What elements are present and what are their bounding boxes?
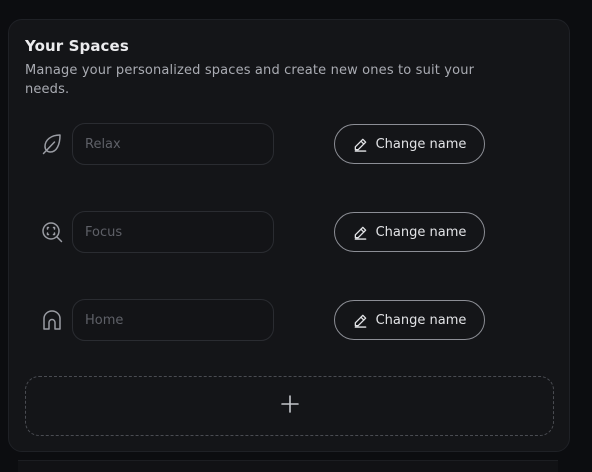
change-name-button-home[interactable]: Change name: [334, 300, 485, 340]
focus-search-icon: [40, 220, 64, 244]
change-name-button-relax[interactable]: Change name: [334, 124, 485, 164]
space-name-input-focus[interactable]: [72, 211, 274, 253]
change-name-label: Change name: [375, 312, 467, 328]
pencil-icon: [353, 313, 368, 328]
home-icon: [40, 308, 64, 332]
leaf-icon: [40, 132, 64, 156]
change-name-button-focus[interactable]: Change name: [334, 212, 485, 252]
space-name-input-relax[interactable]: [72, 123, 274, 165]
space-row-focus: Change name: [0, 211, 592, 253]
next-panel-edge: [18, 460, 558, 472]
space-row-home: Change name: [0, 299, 592, 341]
space-row-relax: Change name: [0, 123, 592, 165]
change-name-label: Change name: [375, 224, 467, 240]
change-name-label: Change name: [375, 136, 467, 152]
pencil-icon: [353, 137, 368, 152]
section-subtitle: Manage your personalized spaces and crea…: [25, 63, 475, 97]
section-title: Your Spaces: [25, 37, 129, 55]
space-name-input-home[interactable]: [72, 299, 274, 341]
add-space-button[interactable]: [25, 376, 554, 436]
pencil-icon: [353, 225, 368, 240]
plus-icon: [280, 394, 300, 418]
